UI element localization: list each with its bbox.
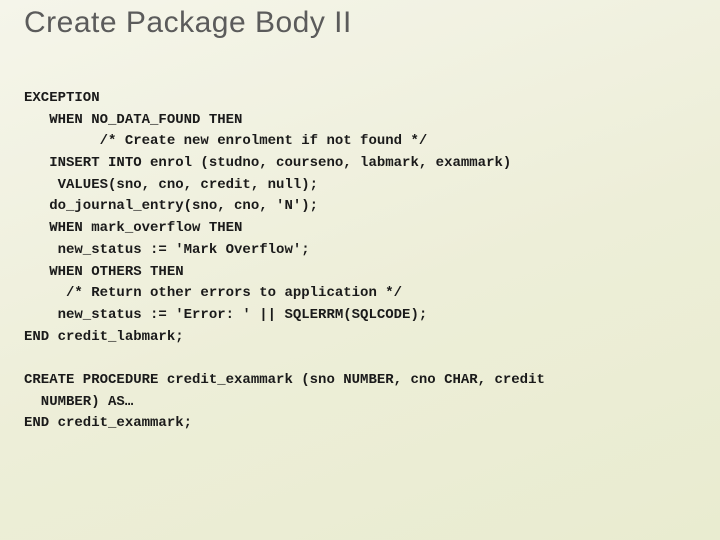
code-line: new_status := 'Error: ' || SQLERRM(SQLCO… <box>24 307 427 323</box>
slide: Create Package Body II EXCEPTION WHEN NO… <box>0 0 720 540</box>
code-line: WHEN NO_DATA_FOUND THEN <box>24 112 242 128</box>
code-line: EXCEPTION <box>24 90 100 106</box>
code-line: VALUES(sno, cno, credit, null); <box>24 177 318 193</box>
code-line: WHEN OTHERS THEN <box>24 264 184 280</box>
code-line: WHEN mark_overflow THEN <box>24 220 242 236</box>
slide-title: Create Package Body II <box>24 6 696 40</box>
code-line: /* Return other errors to application */ <box>24 285 402 301</box>
code-line: new_status := 'Mark Overflow'; <box>24 242 310 258</box>
code-line: INSERT INTO enrol (studno, courseno, lab… <box>24 155 511 171</box>
code-line: CREATE PROCEDURE credit_exammark (sno NU… <box>24 372 545 388</box>
code-line: NUMBER) AS… <box>24 394 133 410</box>
code-line: END credit_exammark; <box>24 415 192 431</box>
code-line: /* Create new enrolment if not found */ <box>24 133 427 149</box>
code-block: EXCEPTION WHEN NO_DATA_FOUND THEN /* Cre… <box>24 88 696 435</box>
code-line: END credit_labmark; <box>24 329 184 345</box>
code-line: do_journal_entry(sno, cno, 'N'); <box>24 198 318 214</box>
